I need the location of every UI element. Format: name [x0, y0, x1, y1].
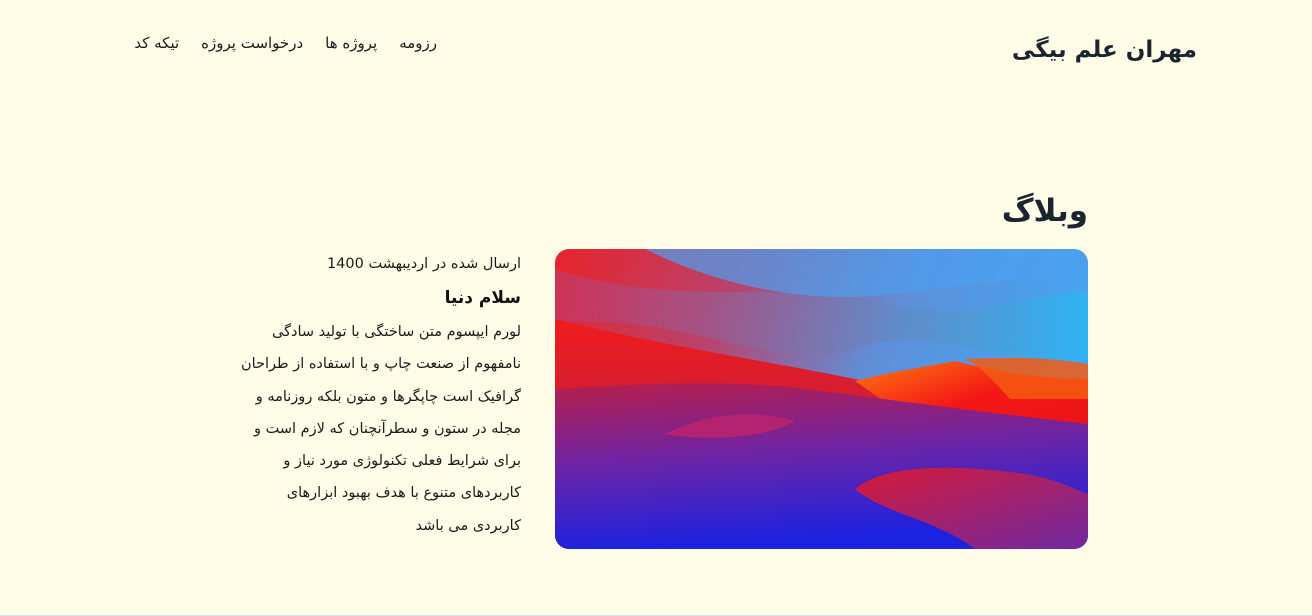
section-title: وبلاگ	[1001, 193, 1088, 229]
desert-dunes-image	[555, 249, 1088, 549]
nav-link-code-snippets[interactable]: تیکه کد	[134, 34, 179, 52]
nav-link-resume[interactable]: رزومه	[399, 34, 437, 52]
post-summary: ارسال شده در اردیبهشت 1400 سلام دنیا لور…	[201, 252, 521, 542]
post-excerpt-line: گرافیک است چاپگرها و متون بلکه روزنامه و	[255, 388, 521, 405]
nav-link-projects[interactable]: پروژه ها	[325, 34, 377, 52]
post-date: ارسال شده در اردیبهشت 1400	[326, 256, 521, 272]
post-excerpt: لورم ایپسوم متن ساختگی با تولید سادگی نا…	[201, 316, 521, 542]
main-nav: رزومه پروژه ها درخواست پروژه تیکه کد	[134, 34, 437, 52]
post-excerpt-line: کاربردهای متنوع با هدف بهبود ابزارهای	[286, 485, 521, 502]
post-excerpt-line: مجله در ستون و سطرآنچنان که لازم است و	[254, 420, 521, 437]
site-title[interactable]: مهران علم بیگی	[1012, 37, 1197, 63]
post-excerpt-line: برای شرایط فعلی تکنولوژی مورد نیاز و	[283, 453, 521, 470]
post-excerpt-line: کاربردی می باشد	[415, 517, 521, 534]
post-title[interactable]: سلام دنیا	[201, 286, 521, 310]
post-excerpt-line: لورم ایپسوم متن ساختگی با تولید سادگی	[272, 324, 521, 340]
post-image[interactable]	[555, 249, 1088, 549]
post-excerpt-line: نامفهوم از صنعت چاپ و با استفاده از طراح…	[240, 356, 521, 373]
nav-link-project-request[interactable]: درخواست پروژه	[201, 34, 303, 52]
